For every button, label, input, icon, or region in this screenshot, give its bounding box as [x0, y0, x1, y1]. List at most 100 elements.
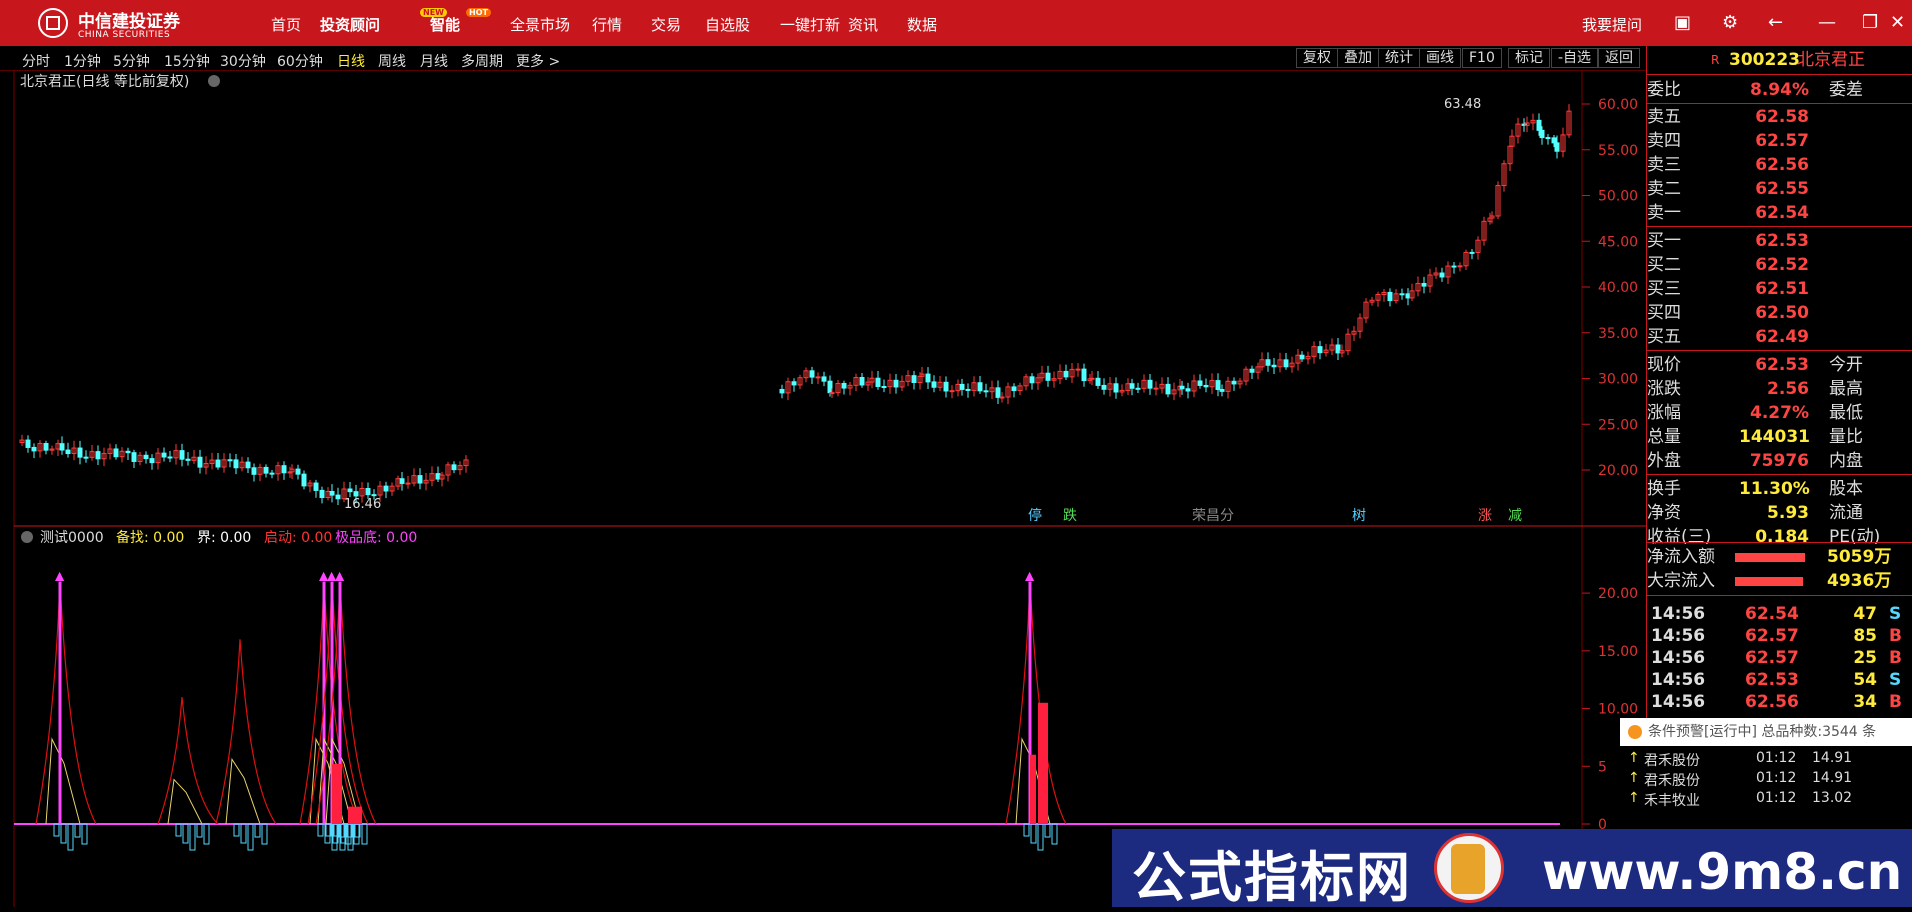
candle-body: [251, 467, 257, 475]
candle-body: [1457, 265, 1463, 268]
tab-timeframe-monthly[interactable]: 月线: [420, 51, 448, 71]
tab-timeframe-1m[interactable]: 1分钟: [64, 51, 101, 71]
stat-value: 62.53: [1755, 355, 1809, 375]
alert-stock-name: 君禾股份: [1644, 773, 1700, 789]
candle-body: [875, 377, 881, 387]
back-arrow-icon[interactable]: ←: [1768, 12, 1783, 33]
indicator-neg-bar: [81, 823, 88, 845]
trade-side: S: [1889, 670, 1902, 690]
sell2-row[interactable]: 卖二 62.55: [1647, 177, 1912, 201]
nav-watchlist[interactable]: 自选股: [705, 14, 750, 35]
alert-list[interactable]: ↑ 君禾股份 01:12 14.91 ↑ 君禾股份 01:12 14.91 ↑ …: [1620, 746, 1912, 829]
nav-news[interactable]: 资讯: [848, 14, 878, 35]
chart-title[interactable]: 北京君正(日线 等比前复权): [20, 73, 189, 90]
trade-row[interactable]: 14:56 62.54 47 S: [1647, 602, 1912, 626]
minimize-icon[interactable]: —: [1818, 12, 1836, 33]
stock-name[interactable]: 北京君正: [1797, 46, 1865, 74]
nav-advisor[interactable]: 投资顾问: [320, 14, 380, 35]
candle-body: [1029, 376, 1035, 384]
close-icon[interactable]: ✕: [1890, 12, 1905, 33]
tool-back-button[interactable]: 返回: [1598, 48, 1640, 68]
buy5-row[interactable]: 买五 62.49: [1647, 325, 1912, 349]
trade-row[interactable]: 14:56 62.53 54 S: [1647, 668, 1912, 692]
tab-timeframe-intraday[interactable]: 分时: [22, 51, 50, 71]
tool-overlay-button[interactable]: 叠加: [1337, 48, 1379, 68]
indicator-tick-label: 10.00: [1598, 702, 1638, 718]
indicator-name[interactable]: 测试0000: [40, 530, 104, 546]
event-marker[interactable]: 树: [1352, 508, 1366, 524]
tab-timeframe-60m[interactable]: 60分钟: [277, 51, 323, 71]
price-tick-label: 35.00: [1598, 326, 1638, 342]
gear-icon[interactable]: ⚙: [1722, 12, 1738, 33]
chart-title-dropdown-icon[interactable]: [208, 75, 220, 87]
event-marker[interactable]: 跌: [1063, 508, 1077, 524]
candle-body: [881, 385, 887, 388]
indicator-signal-block: [1030, 754, 1036, 824]
brand-logo[interactable]: 中信建投证券 CHINA SECURITIES: [34, 4, 226, 44]
candle-body: [791, 381, 797, 386]
trade-volume: 25: [1853, 648, 1877, 668]
alert-row[interactable]: ↑ 禾丰牧业 01:12 13.02: [1628, 790, 1912, 810]
buy1-row[interactable]: 买一 62.53: [1647, 229, 1912, 253]
kline-chart[interactable]: 60.00 55.00 50.00 45.00 40.00 35.00 30.00 25.00…: [0, 70, 1646, 907]
tool-stats-button[interactable]: 统计: [1378, 48, 1420, 68]
candle-body: [1129, 383, 1135, 389]
candlestick-series: [19, 104, 1572, 506]
tab-timeframe-weekly[interactable]: 周线: [378, 51, 406, 71]
condition-alert-window[interactable]: 条件预警[运行中] 总品种数:3544 条: [1620, 718, 1912, 746]
sell3-row[interactable]: 卖三 62.56: [1647, 153, 1912, 177]
tab-timeframe-5m[interactable]: 5分钟: [113, 51, 150, 71]
tab-timeframe-multi[interactable]: 多周期: [461, 51, 503, 71]
buy2-row[interactable]: 买二 62.52: [1647, 253, 1912, 277]
tool-f10-button[interactable]: F10: [1462, 48, 1502, 68]
event-marker[interactable]: 荣昌分: [1192, 508, 1234, 524]
buy3-row[interactable]: 买三 62.51: [1647, 277, 1912, 301]
event-marker[interactable]: 停: [1028, 507, 1042, 524]
alert-row[interactable]: ↑ 君禾股份 01:12 14.91: [1628, 750, 1912, 770]
stat-value: 144031: [1739, 427, 1810, 447]
indicator-neg-bar: [60, 823, 67, 844]
trade-row[interactable]: 14:56 62.56 34 B: [1647, 690, 1912, 714]
ask-question-link[interactable]: 我要提问: [1582, 14, 1642, 35]
trade-row[interactable]: 14:56 62.57 85 B: [1647, 624, 1912, 648]
nav-data[interactable]: 数据: [907, 14, 937, 35]
candle-body: [1249, 368, 1255, 373]
indicator-neg-bar: [1044, 823, 1051, 838]
tool-fuquan-button[interactable]: 复权: [1296, 48, 1338, 68]
cube-icon[interactable]: ▣: [1674, 12, 1691, 33]
candle-body: [1135, 387, 1141, 390]
tab-timeframe-30m[interactable]: 30分钟: [220, 51, 266, 71]
nav-trade[interactable]: 交易: [651, 14, 681, 35]
candle-body: [167, 456, 173, 459]
indicator-neg-bar: [361, 823, 368, 845]
trade-row[interactable]: 14:56 62.57 25 B: [1647, 646, 1912, 670]
candle-body: [269, 472, 275, 475]
tab-timeframe-15m[interactable]: 15分钟: [164, 51, 210, 71]
sell4-row[interactable]: 卖四 62.57: [1647, 129, 1912, 153]
tool-remove-watch-button[interactable]: -自选: [1551, 48, 1599, 68]
tab-timeframe-daily[interactable]: 日线: [337, 51, 365, 71]
stat-label: 换手: [1647, 479, 1681, 499]
sell1-row[interactable]: 卖一 62.54: [1647, 201, 1912, 225]
event-marker[interactable]: 减: [1508, 508, 1522, 524]
stat-row-outer: 外盘 75976 内盘: [1647, 449, 1912, 473]
nav-ipo[interactable]: 一键打新: [780, 14, 840, 35]
alert-row[interactable]: ↑ 君禾股份 01:12 14.91: [1628, 770, 1912, 790]
tab-timeframe-more[interactable]: 更多 >: [516, 51, 560, 71]
nav-quotes[interactable]: 行情: [592, 14, 622, 35]
stat-row-volume: 总量 144031 量比: [1647, 425, 1912, 449]
nav-smart[interactable]: 智能: [430, 14, 460, 35]
candle-body: [1203, 384, 1209, 388]
tool-draw-button[interactable]: 画线: [1419, 48, 1461, 68]
indicator-dropdown-icon[interactable]: [21, 531, 33, 543]
event-marker[interactable]: 涨: [1478, 508, 1492, 524]
stock-code[interactable]: 300223: [1729, 46, 1800, 74]
sell5-row[interactable]: 卖五 62.58: [1647, 105, 1912, 129]
restore-icon[interactable]: ❐: [1862, 12, 1878, 33]
nav-home[interactable]: 首页: [271, 14, 301, 35]
tool-mark-button[interactable]: 标记: [1508, 48, 1550, 68]
buy2-label: 买二: [1647, 255, 1681, 275]
candle-body: [451, 464, 457, 471]
nav-panorama[interactable]: 全景市场: [510, 14, 570, 35]
buy4-row[interactable]: 买四 62.50: [1647, 301, 1912, 325]
